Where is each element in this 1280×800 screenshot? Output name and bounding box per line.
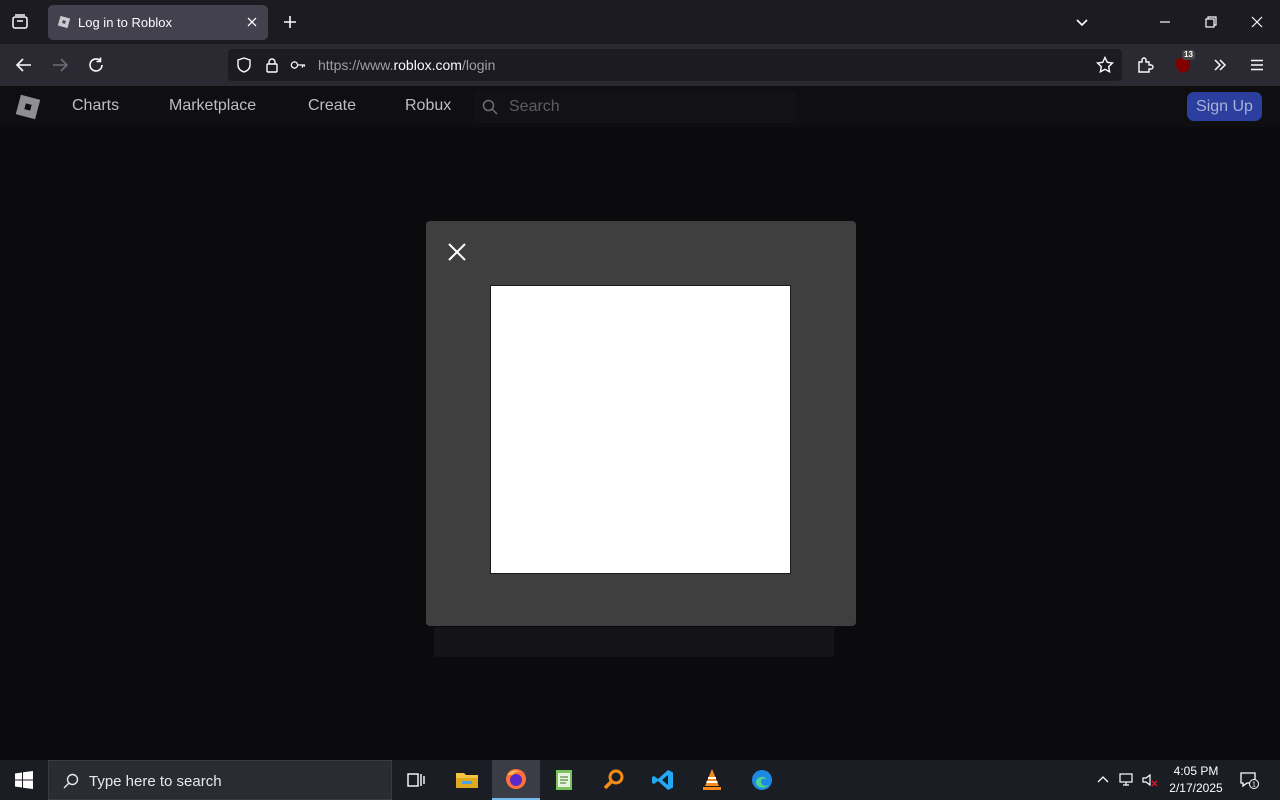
edge-icon[interactable] bbox=[738, 760, 786, 800]
tab-title: Log in to Roblox bbox=[78, 15, 172, 30]
tab-roblox-login[interactable]: Log in to Roblox bbox=[48, 5, 268, 40]
bookmark-star-icon[interactable] bbox=[1093, 53, 1117, 77]
restore-icon[interactable] bbox=[1197, 8, 1225, 36]
lock-icon[interactable] bbox=[264, 57, 280, 73]
roblox-favicon-icon bbox=[57, 15, 71, 29]
minimize-icon[interactable] bbox=[1151, 8, 1179, 36]
windows-start-icon[interactable] bbox=[0, 760, 48, 800]
task-view-icon[interactable] bbox=[392, 760, 440, 800]
network-icon[interactable] bbox=[1117, 770, 1137, 790]
browser-toolbar: https://www.roblox.com/login 13 bbox=[0, 44, 1280, 86]
extensions-puzzle-icon[interactable] bbox=[1133, 53, 1157, 77]
sign-up-button[interactable]: Sign Up bbox=[1187, 92, 1262, 121]
search-icon bbox=[482, 99, 498, 115]
forward-arrow-icon[interactable] bbox=[47, 52, 73, 78]
browser-tabstrip: Log in to Roblox bbox=[0, 0, 1280, 44]
clock-time: 4:05 PM bbox=[1173, 764, 1219, 778]
key-icon[interactable] bbox=[290, 57, 306, 73]
nav-charts[interactable]: Charts bbox=[72, 97, 119, 115]
new-tab-icon[interactable] bbox=[278, 10, 302, 34]
vlc-icon[interactable] bbox=[688, 760, 736, 800]
back-arrow-icon[interactable] bbox=[11, 52, 37, 78]
url-text[interactable]: https://www.roblox.com/login bbox=[318, 57, 495, 73]
notepad-icon[interactable] bbox=[540, 760, 588, 800]
file-explorer-icon[interactable] bbox=[443, 760, 491, 800]
system-clock[interactable]: 4:05 PM 2/17/2025 bbox=[1164, 763, 1228, 797]
tray-chevron-up-icon[interactable] bbox=[1093, 770, 1113, 790]
tab-list-icon[interactable] bbox=[8, 10, 32, 34]
tracking-shield-icon[interactable] bbox=[236, 57, 252, 73]
firefox-icon[interactable] bbox=[492, 760, 540, 800]
taskbar-search-input[interactable]: Type here to search bbox=[48, 760, 392, 800]
close-icon[interactable] bbox=[446, 241, 468, 263]
search-placeholder: Search bbox=[509, 98, 560, 115]
search-icon bbox=[63, 773, 79, 789]
captcha-frame[interactable] bbox=[490, 285, 791, 574]
reload-icon[interactable] bbox=[83, 52, 109, 78]
nav-create[interactable]: Create bbox=[308, 97, 356, 115]
vscode-icon[interactable] bbox=[639, 760, 687, 800]
hamburger-menu-icon[interactable] bbox=[1245, 53, 1269, 77]
volume-muted-icon[interactable] bbox=[1140, 770, 1160, 790]
notification-count: 1 bbox=[1252, 782, 1256, 789]
notification-center-icon[interactable]: 1 bbox=[1236, 768, 1262, 792]
captcha-modal bbox=[426, 221, 856, 626]
roblox-logo-icon[interactable] bbox=[15, 94, 41, 120]
login-form-shadow bbox=[434, 627, 834, 657]
nav-robux[interactable]: Robux bbox=[405, 97, 451, 115]
roblox-search-input[interactable]: Search bbox=[474, 91, 796, 123]
close-tab-icon[interactable] bbox=[244, 14, 260, 30]
overflow-chevrons-icon[interactable] bbox=[1208, 53, 1232, 77]
search-tool-icon[interactable] bbox=[590, 760, 638, 800]
roblox-header: Charts Marketplace Create Robux Search S… bbox=[0, 86, 1280, 127]
url-bar[interactable]: https://www.roblox.com/login bbox=[228, 49, 1122, 81]
ublock-extension-icon[interactable]: 13 bbox=[1171, 50, 1195, 77]
windows-taskbar: Type here to search 4:05 PM 2/17/2025 1 bbox=[0, 760, 1280, 800]
clock-date: 2/17/2025 bbox=[1169, 781, 1223, 795]
chevron-down-icon[interactable] bbox=[1070, 10, 1094, 34]
extension-badge: 13 bbox=[1182, 50, 1195, 60]
taskbar-search-placeholder: Type here to search bbox=[89, 773, 222, 790]
close-window-icon[interactable] bbox=[1243, 8, 1271, 36]
nav-marketplace[interactable]: Marketplace bbox=[169, 97, 256, 115]
page-backdrop bbox=[0, 127, 1280, 760]
